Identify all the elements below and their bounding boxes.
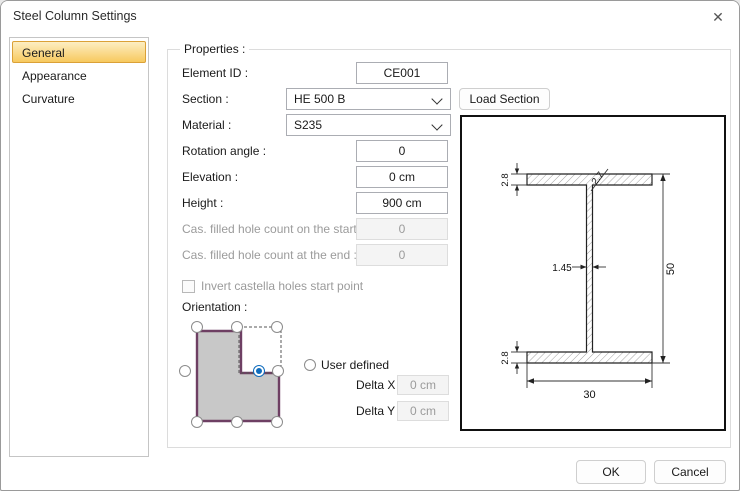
sidebar-item-curvature[interactable]: Curvature: [12, 87, 146, 109]
dim-web-thickness-label: 1.45: [552, 263, 572, 274]
section-select[interactable]: HE 500 B: [286, 88, 451, 110]
close-icon: ✕: [712, 9, 724, 25]
delta-y-input: [397, 401, 449, 421]
dim-top-flange-label: 2.8: [500, 173, 511, 186]
ok-button[interactable]: OK: [576, 460, 646, 484]
delta-y-label: Delta Y :: [356, 401, 402, 421]
delta-x-input: [397, 375, 449, 395]
user-defined-label: User defined: [321, 354, 389, 376]
material-select-value: S235: [294, 118, 322, 132]
orientation-label: Orientation :: [182, 298, 247, 316]
dialog-title: Steel Column Settings: [13, 9, 137, 23]
invert-castella-label: Invert castella holes start point: [201, 276, 363, 296]
dim-bottom-flange-label: 2.8: [500, 351, 511, 364]
properties-group-label: Properties :: [180, 42, 249, 56]
cas-hole-start-input: [356, 218, 448, 240]
close-button[interactable]: ✕: [707, 6, 729, 28]
element-id-input[interactable]: [356, 62, 448, 84]
cas-hole-end-label: Cas. filled hole count at the end :: [182, 244, 357, 266]
material-label: Material :: [182, 114, 231, 136]
dim-section-width-label: 30: [583, 389, 595, 401]
delta-x-label: Delta X :: [356, 375, 402, 395]
load-section-button[interactable]: Load Section: [459, 88, 550, 110]
chevron-down-icon: [431, 119, 442, 130]
orientation-anchor-radio-mid-left[interactable]: [179, 365, 191, 377]
orientation-anchor-radio-bottom-right[interactable]: [271, 416, 283, 428]
orientation-anchor-radio-bottom-left[interactable]: [191, 416, 203, 428]
steel-column-settings-dialog: Steel Column Settings ✕ General Appearan…: [0, 0, 740, 491]
cas-hole-start-label: Cas. filled hole count on the start :: [182, 218, 363, 240]
height-label: Height :: [182, 192, 223, 214]
section-preview: 50 30 2.8 2.8 2.7 1.45: [460, 115, 726, 431]
orientation-anchor-radio-top-left[interactable]: [191, 321, 203, 333]
orientation-anchor-radio-top-mid[interactable]: [231, 321, 243, 333]
sidebar-item-appearance[interactable]: Appearance: [12, 64, 146, 86]
orientation-anchor-radio-top-right[interactable]: [271, 321, 283, 333]
rotation-angle-label: Rotation angle :: [182, 140, 266, 162]
rotation-angle-input[interactable]: [356, 140, 448, 162]
orientation-anchor-radio-inner-corner[interactable]: [253, 365, 265, 377]
section-select-value: HE 500 B: [294, 92, 345, 106]
element-id-label: Element ID :: [182, 62, 248, 84]
column-l-shape: [197, 331, 279, 421]
cas-hole-end-input: [356, 244, 448, 266]
sidebar-item-general[interactable]: General: [12, 41, 146, 63]
dim-section-height-label: 50: [665, 263, 677, 275]
section-preview-drawing: 50 30 2.8 2.8 2.7 1.45: [462, 117, 724, 429]
material-select[interactable]: S235: [286, 114, 451, 136]
cancel-button[interactable]: Cancel: [654, 460, 726, 484]
orientation-anchor-radio-mid-right[interactable]: [272, 365, 284, 377]
i-beam-cross-section: [527, 174, 652, 363]
titlebar: Steel Column Settings ✕: [1, 1, 739, 31]
elevation-input[interactable]: [356, 166, 448, 188]
sidebar: General Appearance Curvature: [9, 37, 149, 457]
height-input[interactable]: [356, 192, 448, 214]
section-label: Section :: [182, 88, 229, 110]
invert-castella-checkbox: [182, 280, 195, 293]
user-defined-radio[interactable]: [304, 359, 316, 371]
chevron-down-icon: [431, 93, 442, 104]
orientation-anchor-radio-bottom-mid[interactable]: [231, 416, 243, 428]
elevation-label: Elevation :: [182, 166, 238, 188]
